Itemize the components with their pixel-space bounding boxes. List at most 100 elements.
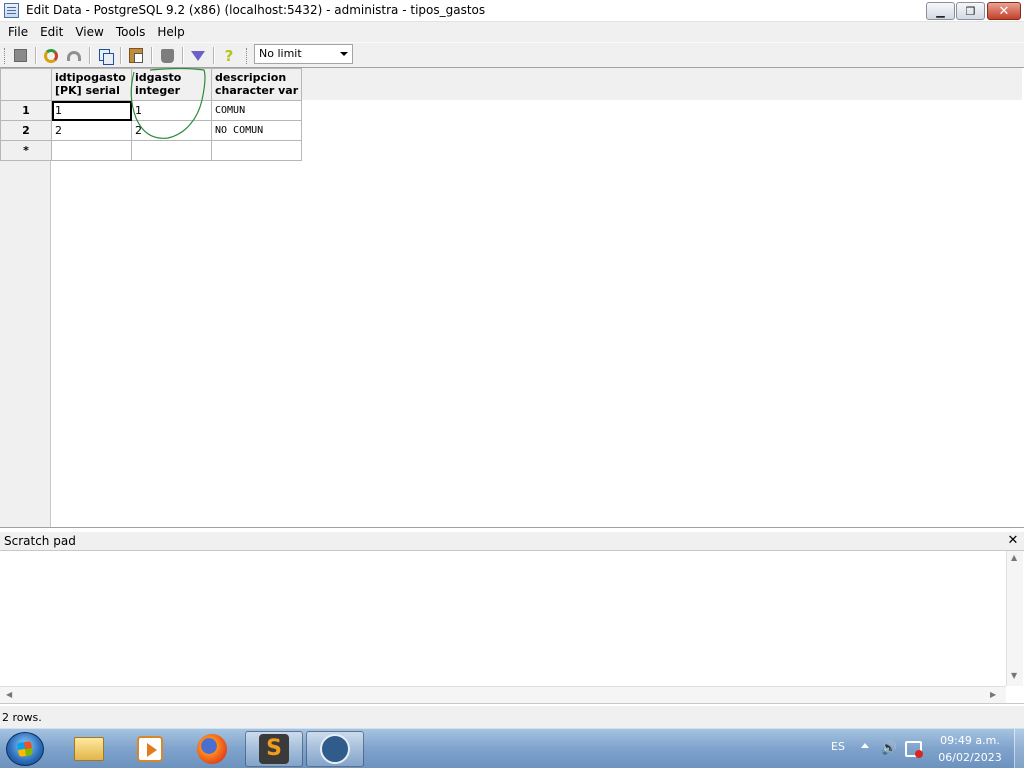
row-limit-value: No limit (259, 47, 302, 60)
toolbar-separator (35, 47, 36, 64)
scratch-pad-header: Scratch pad ✕ (0, 532, 1024, 551)
undo-icon (67, 50, 81, 61)
scroll-down-icon[interactable]: ▼ (1011, 671, 1017, 680)
pgadmin-icon (320, 734, 350, 764)
table-cell[interactable]: COMUN (210, 100, 303, 121)
grid-corner[interactable] (0, 68, 52, 101)
language-indicator[interactable]: ES (831, 740, 845, 753)
data-grid: idtipogasto [PK] serial idgasto integer … (0, 67, 1024, 528)
toolbar-grip[interactable] (4, 48, 7, 64)
table-cell[interactable] (210, 140, 303, 161)
taskbar-firefox[interactable] (183, 731, 241, 767)
table-row: 2 2 2 NO COMUN (0, 120, 303, 141)
column-type: character var (215, 84, 299, 97)
chevron-down-icon (340, 52, 348, 56)
menu-tools[interactable]: Tools (110, 25, 152, 39)
menu-edit[interactable]: Edit (34, 25, 69, 39)
table-cell[interactable]: 1 (131, 100, 212, 121)
column-header-idgasto[interactable]: idgasto integer (131, 68, 212, 101)
taskbar-pgadmin[interactable] (306, 731, 364, 767)
start-button[interactable] (6, 732, 44, 766)
copy-icon (98, 48, 114, 65)
firefox-icon (197, 734, 227, 764)
status-bar: 2 rows. (0, 706, 1024, 728)
column-header-idtipogasto[interactable]: idtipogasto [PK] serial (51, 68, 132, 101)
refresh-icon (44, 48, 58, 63)
refresh-button[interactable] (41, 46, 61, 65)
new-row-header[interactable]: * (0, 140, 52, 161)
scratch-pad-textarea[interactable] (0, 551, 1024, 704)
toolbar-separator (213, 47, 214, 64)
toolbar-separator (182, 47, 183, 64)
clock-time[interactable]: 09:49 a.m. (930, 734, 1010, 747)
table-cell[interactable]: NO COMUN (210, 120, 303, 141)
menu-bar: File Edit View Tools Help (0, 22, 1024, 42)
table-cell[interactable] (131, 140, 212, 161)
toolbar-separator (120, 47, 121, 64)
window-title: Edit Data - PostgreSQL 9.2 (x86) (localh… (26, 3, 486, 17)
taskbar-sublime-text[interactable]: S (245, 731, 303, 767)
paste-icon (129, 48, 143, 63)
toolbar-separator (89, 47, 90, 64)
column-header-descripcion[interactable]: descripcion character var (210, 68, 303, 101)
speaker-icon[interactable]: 🔊 (881, 741, 897, 757)
taskbar-explorer[interactable] (60, 731, 118, 767)
column-name: idtipogasto (55, 71, 126, 84)
show-hidden-icons-icon[interactable] (861, 743, 869, 748)
horizontal-scrollbar[interactable]: ◀ ▶ (0, 686, 1006, 703)
column-name: descripcion (215, 71, 287, 84)
toolbar-grip[interactable] (246, 48, 249, 64)
close-button[interactable]: ✕ (987, 2, 1021, 20)
table-cell[interactable]: 2 (51, 120, 132, 141)
close-icon[interactable]: ✕ (1006, 533, 1020, 548)
row-header[interactable]: 2 (0, 120, 52, 141)
taskbar-media-player[interactable] (121, 731, 179, 767)
menu-help[interactable]: Help (151, 25, 190, 39)
media-player-icon (137, 736, 163, 762)
delete-button[interactable] (157, 46, 177, 65)
restore-icon: ❐ (965, 4, 976, 18)
column-type: integer (135, 84, 181, 97)
help-button[interactable]: ? (219, 46, 239, 65)
title-bar[interactable]: Edit Data - PostgreSQL 9.2 (x86) (localh… (0, 0, 1024, 22)
menu-file[interactable]: File (2, 25, 34, 39)
row-limit-select[interactable]: No limit (254, 44, 353, 64)
minimize-icon: ▁ (936, 4, 945, 18)
column-type: [PK] serial (55, 84, 120, 97)
scroll-left-icon[interactable]: ◀ (6, 690, 12, 699)
menu-view[interactable]: View (69, 25, 109, 39)
vertical-scrollbar[interactable]: ▲ ▼ (1006, 551, 1023, 686)
delete-icon (160, 48, 174, 63)
app-icon (4, 3, 19, 18)
scratch-pad-title: Scratch pad (4, 534, 76, 548)
data-table: idtipogasto [PK] serial idgasto integer … (0, 68, 303, 161)
table-cell[interactable] (51, 140, 132, 161)
undo-button[interactable] (64, 46, 84, 65)
scroll-up-icon[interactable]: ▲ (1011, 553, 1017, 562)
row-header[interactable]: 1 (0, 100, 52, 121)
show-desktop-button[interactable] (1014, 729, 1024, 769)
close-icon: ✕ (998, 3, 1010, 19)
sublime-text-icon: S (259, 734, 289, 764)
maximize-button[interactable]: ❐ (956, 2, 985, 20)
scroll-right-icon[interactable]: ▶ (990, 690, 996, 699)
filter-button[interactable] (188, 46, 208, 65)
table-row: 1 1 1 COMUN (0, 100, 303, 121)
folder-icon (74, 737, 104, 761)
paste-button[interactable] (126, 46, 146, 65)
network-icon[interactable] (905, 741, 923, 758)
stop-icon (13, 49, 27, 62)
column-name: idgasto (135, 71, 182, 84)
stop-button[interactable] (10, 46, 30, 65)
help-icon: ? (224, 46, 234, 65)
toolbar: ? (0, 42, 1024, 67)
status-text: 2 rows. (2, 711, 42, 724)
taskbar: S ES 🔊 09:49 a.m. 06/02/2023 (0, 728, 1024, 769)
copy-button[interactable] (95, 46, 115, 65)
new-row: * (0, 140, 303, 161)
filter-icon (191, 50, 205, 61)
clock-date[interactable]: 06/02/2023 (930, 751, 1010, 764)
minimize-button[interactable]: ▁ (926, 2, 955, 20)
table-cell[interactable]: 1 (51, 100, 132, 121)
table-cell[interactable]: 2 (131, 120, 212, 141)
